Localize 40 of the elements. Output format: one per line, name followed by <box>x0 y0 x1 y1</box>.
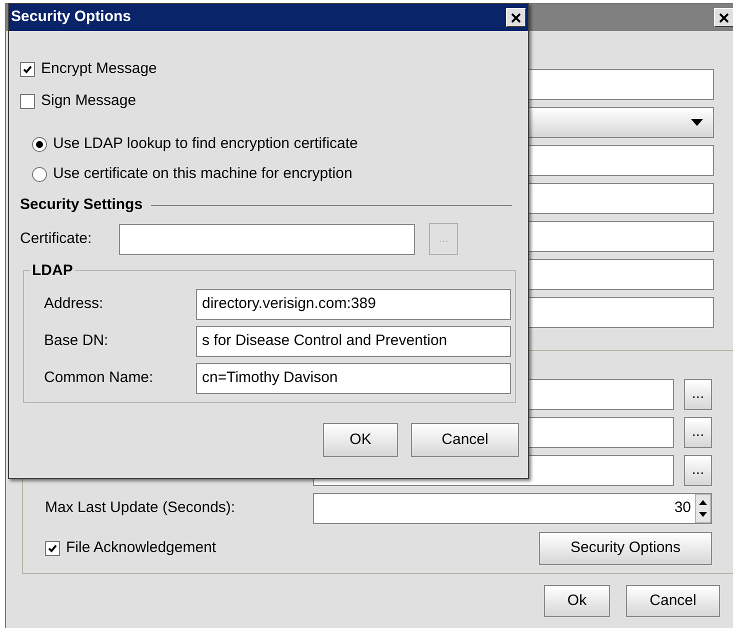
browse-button[interactable]: ... <box>684 379 712 410</box>
input-field[interactable]: directory.verisign.com:389 <box>196 289 511 320</box>
security-options-button[interactable]: Security Options <box>539 532 712 565</box>
ok-button[interactable]: Ok <box>544 585 610 617</box>
checkbox-label: Encrypt Message <box>41 58 157 79</box>
radio-label: Use LDAP lookup to find encryption certificate <box>53 134 358 154</box>
cancel-button[interactable]: Cancel <box>411 423 519 457</box>
section-heading: Security Settings <box>20 194 143 215</box>
checkbox[interactable] <box>45 541 60 556</box>
checkbox[interactable] <box>20 62 35 76</box>
radio-button[interactable] <box>32 166 47 182</box>
browse-button[interactable]: ... <box>684 455 712 486</box>
input-field[interactable]: s for Disease Control and Prevention <box>196 326 511 357</box>
certificate-field[interactable] <box>119 224 415 254</box>
cancel-button[interactable]: Cancel <box>626 585 720 617</box>
field-label: Address: <box>44 294 104 314</box>
radio-label: Use certificate on this machine for encryption <box>53 164 352 184</box>
close-icon[interactable] <box>506 8 526 27</box>
window-title: Security Options <box>11 7 132 28</box>
checkbox-label: File Acknowledgement <box>66 538 216 558</box>
radio-button[interactable] <box>32 136 47 152</box>
field-label: Certificate: <box>20 228 93 249</box>
input-field[interactable]: cn=Timothy Davison <box>196 363 511 394</box>
check-icon <box>22 64 33 74</box>
field-value: directory.verisign.com:389 <box>202 294 376 314</box>
checkbox-label: Sign Message <box>41 90 136 111</box>
field-label: Base DN: <box>44 331 110 352</box>
checkbox[interactable] <box>20 94 35 108</box>
field-label: Max Last Update (Seconds): <box>45 498 236 518</box>
number-spinner[interactable]: 30 <box>313 493 712 524</box>
check-icon <box>47 543 58 554</box>
field-label: Common Name: <box>44 368 154 388</box>
field-value: cn=Timothy Davison <box>202 368 338 388</box>
field-value: s for Disease Control and Prevention <box>202 331 448 352</box>
close-icon[interactable] <box>714 8 733 27</box>
spinner-arrows-icon[interactable] <box>695 494 711 523</box>
ok-button[interactable]: OK <box>323 423 398 457</box>
caret-icon <box>691 119 703 126</box>
browse-button[interactable]: ... <box>684 417 712 448</box>
spinner-value: 30 <box>674 498 692 518</box>
